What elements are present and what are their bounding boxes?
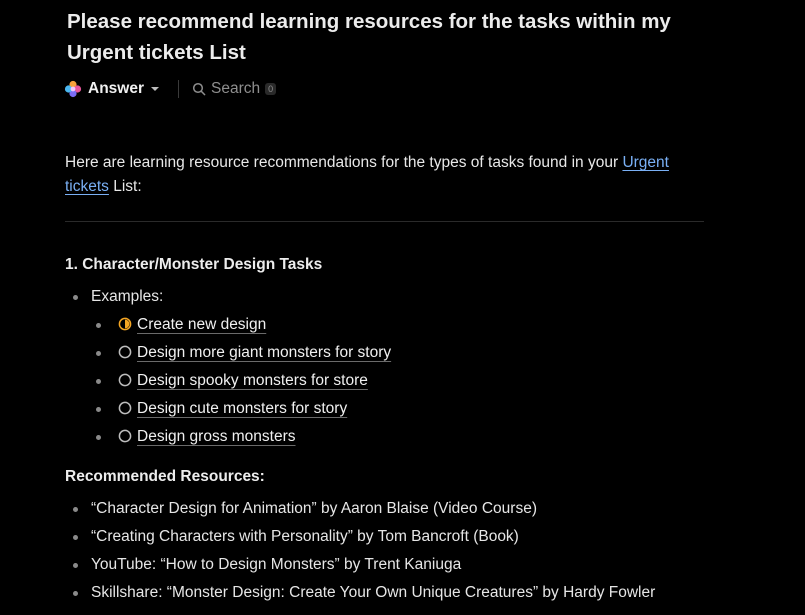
toolbar-divider bbox=[178, 80, 179, 98]
intro-paragraph: Here are learning resource recommendatio… bbox=[65, 151, 715, 199]
section-heading: 1. Character/Monster Design Tasks bbox=[65, 256, 323, 273]
task-link[interactable]: Design spooky monsters for store bbox=[137, 371, 368, 391]
app-logo-icon bbox=[64, 80, 82, 98]
empty-circle-status-icon[interactable] bbox=[118, 401, 132, 415]
intro-text-end: List: bbox=[108, 178, 142, 195]
empty-circle-status-icon[interactable] bbox=[118, 345, 132, 359]
bullet-dot bbox=[73, 563, 78, 568]
bullet-dot bbox=[96, 407, 101, 412]
empty-circle-status-icon[interactable] bbox=[118, 429, 132, 443]
intro-text: Here are learning resource recommendatio… bbox=[65, 154, 623, 171]
search-tab[interactable]: Search 0 bbox=[192, 80, 277, 98]
half-circle-status-icon[interactable] bbox=[118, 317, 132, 331]
bullet-dot bbox=[96, 351, 101, 356]
page-title: Please recommend learning resources for … bbox=[67, 10, 671, 64]
answer-tab-label: Answer bbox=[88, 80, 144, 97]
bullet-dot bbox=[73, 507, 78, 512]
answer-tab[interactable]: Answer bbox=[64, 80, 159, 98]
examples-label: Examples: bbox=[91, 288, 164, 305]
bullet-dot bbox=[73, 295, 78, 300]
resource-item: Skillshare: “Monster Design: Create Your… bbox=[91, 584, 656, 601]
task-link[interactable]: Design more giant monsters for story bbox=[137, 343, 391, 363]
resource-item: “Character Design for Animation” by Aaro… bbox=[91, 500, 537, 517]
bullet-dot bbox=[73, 535, 78, 540]
task-link[interactable]: Create new design bbox=[137, 315, 266, 335]
search-icon bbox=[192, 82, 206, 96]
answer-toolbar: Answer Search 0 bbox=[64, 78, 277, 100]
bullet-dot bbox=[73, 591, 78, 596]
bullet-dot bbox=[96, 379, 101, 384]
task-link[interactable]: Design gross monsters bbox=[137, 427, 296, 447]
chevron-down-icon[interactable] bbox=[151, 87, 159, 91]
resource-item: “Creating Characters with Personality” b… bbox=[91, 528, 519, 545]
section-divider bbox=[65, 221, 704, 222]
empty-circle-status-icon[interactable] bbox=[118, 373, 132, 387]
task-link[interactable]: Design cute monsters for story bbox=[137, 399, 347, 419]
bullet-dot bbox=[96, 323, 101, 328]
search-tab-label: Search bbox=[211, 80, 261, 97]
resources-heading: Recommended Resources: bbox=[65, 468, 265, 485]
search-count-badge: 0 bbox=[265, 83, 277, 95]
bullet-dot bbox=[96, 435, 101, 440]
page: Please recommend learning resources for … bbox=[0, 0, 805, 615]
resource-item: YouTube: “How to Design Monsters” by Tre… bbox=[91, 556, 462, 573]
